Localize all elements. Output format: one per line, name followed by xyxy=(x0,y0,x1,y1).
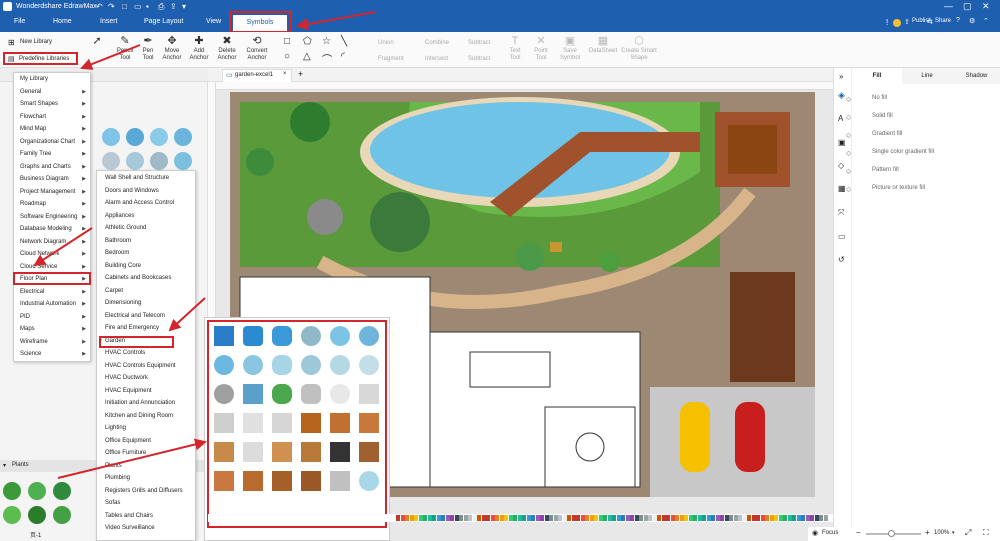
arrow-to-garden xyxy=(168,297,206,332)
arrow-to-predefine xyxy=(80,44,141,70)
arrow-to-symbols-popout xyxy=(57,438,207,479)
arrow-to-floor-plan xyxy=(33,227,93,267)
annotation-arrows xyxy=(33,11,376,479)
arrow-to-symbols-tab xyxy=(296,11,376,31)
